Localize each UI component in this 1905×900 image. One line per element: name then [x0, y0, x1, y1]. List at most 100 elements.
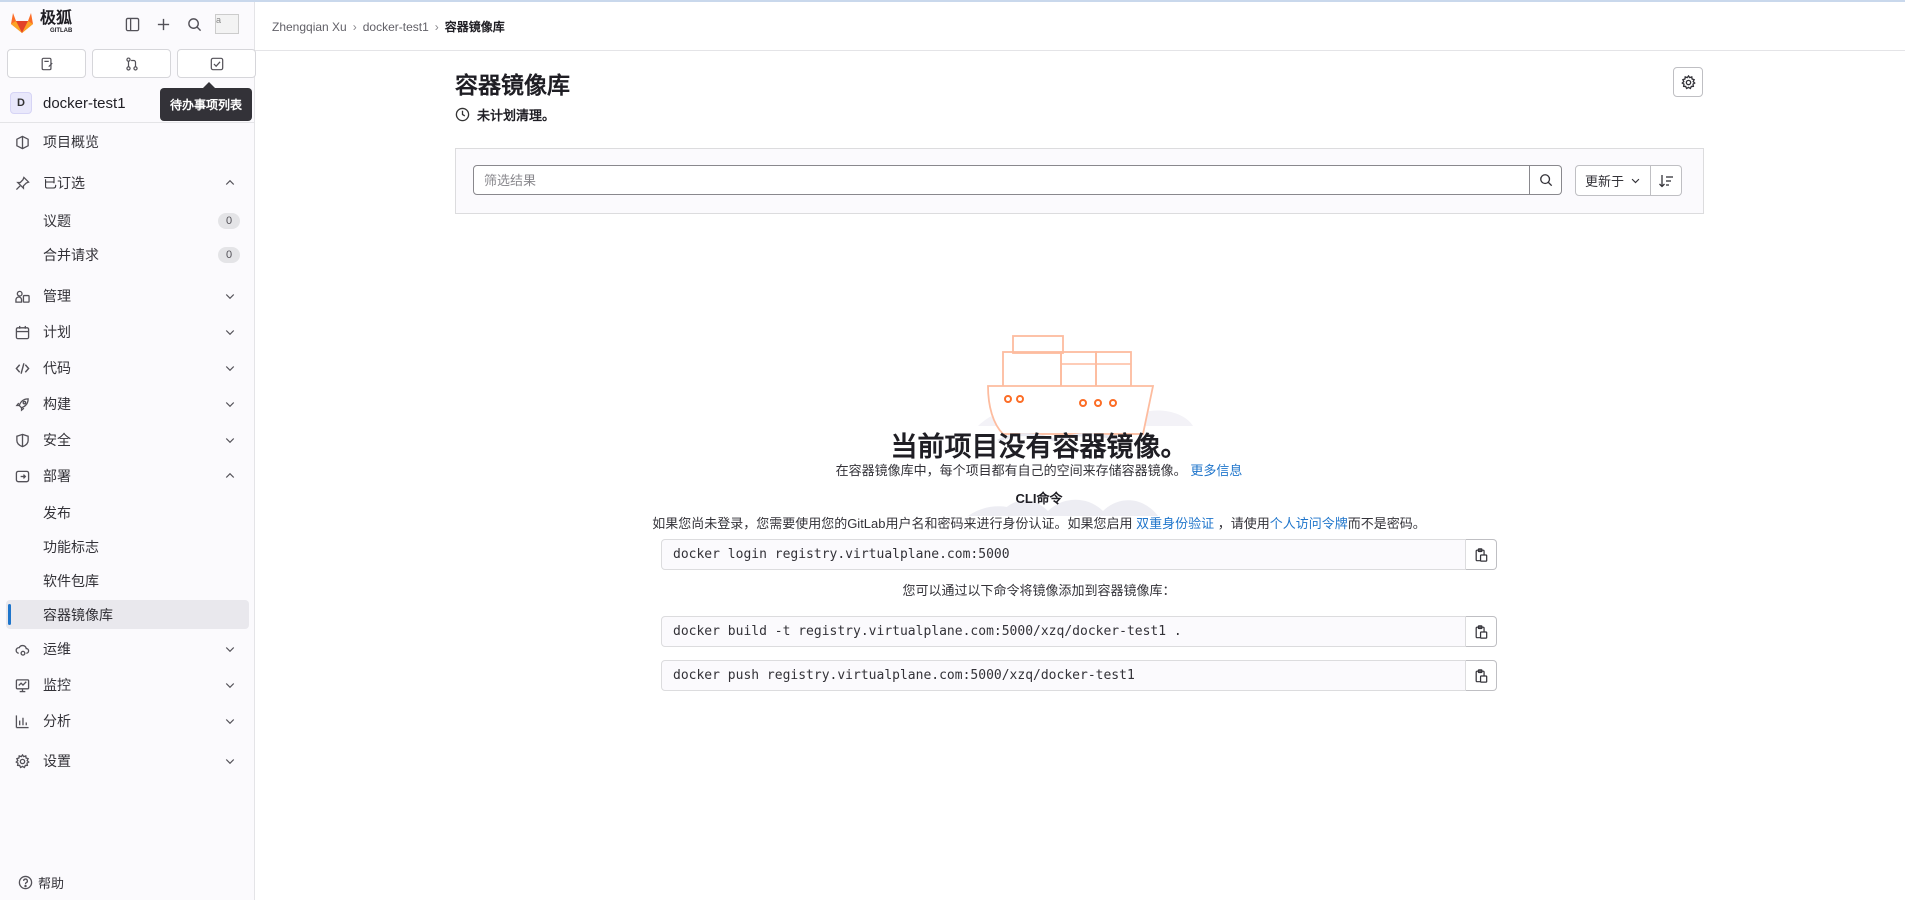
monitor-icon: [14, 677, 30, 693]
search-icon: [1539, 174, 1552, 187]
todo-icon: [210, 57, 223, 70]
todo-tooltip: 待办事项列表: [160, 82, 253, 121]
copy-button[interactable]: [1466, 660, 1497, 691]
sidebar-item-issues[interactable]: 议题 0: [6, 206, 249, 235]
chevron-down-icon: [223, 361, 237, 375]
divider: [0, 122, 254, 123]
calendar-icon: [14, 324, 30, 340]
chevron-down-icon: [1630, 175, 1641, 186]
personal-token-link[interactable]: 个人访问令牌: [1270, 516, 1348, 531]
filter-input[interactable]: [473, 165, 1530, 195]
gear-icon: [14, 753, 30, 769]
issues-tab-button[interactable]: [7, 49, 86, 78]
breadcrumb-project[interactable]: docker-test1: [363, 20, 429, 34]
two-factor-link[interactable]: 双重身份验证: [1136, 516, 1214, 531]
chevron-up-icon: [223, 469, 237, 483]
nav-item-settings[interactable]: 设置: [6, 746, 249, 776]
nav-label: 管理: [43, 288, 71, 304]
breadcrumb-user[interactable]: Zhengqian Xu: [272, 20, 347, 34]
chevron-right-icon: ›: [434, 19, 439, 34]
copy-icon: [1475, 547, 1488, 562]
search-button[interactable]: [1530, 165, 1562, 195]
nav-item-build[interactable]: 构建: [6, 389, 249, 419]
nav-sub-label: 议题: [43, 212, 71, 229]
chevron-down-icon: [223, 642, 237, 656]
cloud-gear-icon: [14, 641, 30, 657]
chevron-down-icon: [223, 433, 237, 447]
registry-settings-button[interactable]: [1673, 67, 1703, 97]
plus-icon[interactable]: [153, 14, 173, 34]
sort-control: 更新于: [1575, 165, 1683, 196]
clock-icon: [455, 107, 470, 122]
command-text[interactable]: docker login registry.virtualplane.com:5…: [661, 539, 1466, 570]
copy-icon: [1475, 624, 1488, 639]
sort-direction-button[interactable]: [1651, 165, 1683, 196]
project-icon: [14, 134, 30, 150]
copy-button[interactable]: [1466, 539, 1497, 570]
user-avatar[interactable]: a: [215, 14, 239, 34]
nav-label: 分析: [43, 713, 71, 729]
users-icon: [14, 288, 30, 304]
deploy-icon: [14, 468, 30, 484]
nav-sub-label: 软件包库: [43, 572, 99, 589]
nav-item-analyze[interactable]: 分析: [6, 706, 249, 736]
copy-button[interactable]: [1466, 616, 1497, 647]
nav-label: 安全: [43, 432, 71, 448]
brand-logo[interactable]: 极狐 GITLAB: [10, 11, 72, 34]
merge-requests-tab-button[interactable]: [92, 49, 171, 78]
sidebar-item-container-registry[interactable]: 容器镜像库: [6, 600, 249, 629]
help-button[interactable]: 帮助: [18, 873, 64, 892]
nav-label: 监控: [43, 677, 71, 693]
container-ship-illustration: [968, 335, 1193, 516]
sidebar-item-merge-requests[interactable]: 合并请求 0: [6, 240, 249, 269]
nav-sub-label: 容器镜像库: [43, 606, 113, 623]
issues-icon: [41, 57, 53, 70]
brand-name: 极狐: [40, 10, 73, 27]
chevron-down-icon: [223, 714, 237, 728]
sidebar-item-releases[interactable]: 发布: [6, 498, 249, 527]
nav-item-deploy[interactable]: 部署: [6, 461, 249, 491]
chart-icon: [14, 713, 30, 729]
empty-state-description: 在容器镜像库中，每个项目都有自己的空间来存储容器镜像。 更多信息: [255, 460, 1823, 479]
more-info-link[interactable]: 更多信息: [1190, 463, 1242, 478]
empty-state-title: 当前项目没有容器镜像。: [890, 432, 1188, 462]
nav-item-plan[interactable]: 计划: [6, 317, 249, 347]
sidebar-item-package-registry[interactable]: 软件包库: [6, 566, 249, 595]
chevron-down-icon: [223, 289, 237, 303]
nav-item-pinned[interactable]: 已订选: [6, 168, 249, 198]
sort-dropdown[interactable]: 更新于: [1575, 165, 1652, 196]
todo-tab-button[interactable]: [177, 49, 256, 78]
sidebar: 极狐 GITLAB a 待办事项列表 D docker-test1 项目概览 已…: [0, 2, 256, 900]
tanuki-logo-icon: [11, 12, 33, 33]
search-field: [473, 165, 1562, 195]
brand-sub: GITLAB: [50, 28, 73, 34]
merge-request-icon: [125, 56, 138, 71]
nav-item-operate[interactable]: 运维: [6, 634, 249, 664]
login-note: 如果您尚未登录，您需要使用您的GitLab用户名和密码来进行身份认证。如果您启用…: [255, 513, 1823, 532]
login-note-text: ，请使用: [1217, 516, 1270, 531]
nav-item-monitor[interactable]: 监控: [6, 670, 249, 700]
sort-lowest-icon: [1659, 174, 1674, 187]
project-avatar: D: [10, 92, 32, 114]
nav-item-code[interactable]: 代码: [6, 353, 249, 383]
count-badge: 0: [218, 246, 240, 263]
command-text[interactable]: docker push registry.virtualplane.com:50…: [661, 660, 1466, 691]
breadcrumb-current[interactable]: 容器镜像库: [445, 18, 505, 35]
add-images-note: 您可以通过以下命令将镜像添加到容器镜像库：: [902, 583, 1176, 598]
nav-item-overview[interactable]: 项目概览: [6, 127, 249, 157]
nav-item-manage[interactable]: 管理: [6, 281, 249, 311]
sidebar-item-feature-flags[interactable]: 功能标志: [6, 532, 249, 561]
chevron-down-icon: [223, 678, 237, 692]
nav-sub-label: 合并请求: [43, 246, 99, 263]
nav-item-secure[interactable]: 安全: [6, 425, 249, 455]
count-badge: 0: [218, 212, 240, 229]
command-text[interactable]: docker build -t registry.virtualplane.co…: [661, 616, 1466, 647]
chevron-up-icon: [223, 176, 237, 190]
cleanup-status: 未计划清理。: [455, 105, 555, 124]
search-icon[interactable]: [184, 14, 204, 34]
project-header[interactable]: D docker-test1: [10, 92, 126, 114]
copy-icon: [1475, 668, 1488, 683]
code-icon: [14, 360, 30, 376]
push-command: docker push registry.virtualplane.com:50…: [661, 660, 1497, 691]
sidebar-toggle-icon[interactable]: [122, 14, 142, 34]
